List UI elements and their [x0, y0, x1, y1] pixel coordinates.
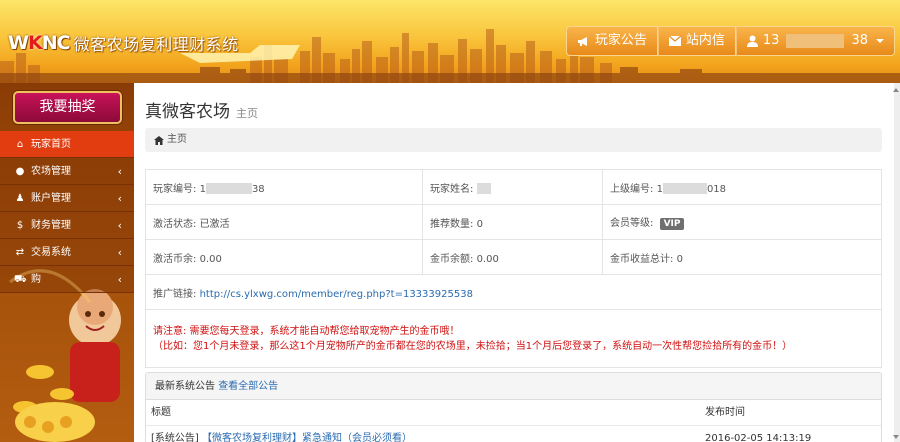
activation-coin-cell: 激活币余: 0.00	[145, 239, 423, 275]
exchange-icon: ⇄	[15, 246, 25, 258]
piggy-bank-icon: ●	[15, 165, 25, 177]
logo-badge: WKNC	[8, 32, 71, 54]
top-nav: 玩家公告 站内信 13 38	[565, 26, 895, 56]
cart-icon: ⛟	[14, 273, 27, 285]
sidebar-menu: ⌂ 玩家首页 ● 农场管理 ‹ ♟ 账户管理 ‹ $ 财务管理 ‹ ⇄ 交易系统…	[0, 131, 134, 293]
sidebar-item-label: 交易系统	[31, 246, 71, 258]
mail-button[interactable]: 站内信	[657, 26, 736, 56]
column-header-time: 发布时间	[705, 407, 745, 418]
announcement-panel: 最新系统公告 查看全部公告 标题 发布时间 [系统公告] 【微客农场复利理财】紧…	[145, 372, 882, 442]
main-content: 真微客农场 主页 主页 玩家编号: 1 38 玩家姓名: 上级编号: 1 018 激活…	[134, 83, 894, 442]
user-icon	[746, 35, 758, 47]
sidebar-item-home[interactable]: ⌂ 玩家首页	[0, 131, 134, 158]
member-level-cell: 会员等级: VIP	[602, 204, 882, 240]
sidebar-item-farm[interactable]: ● 农场管理 ‹	[0, 158, 134, 185]
table-row: 玩家编号: 1 38 玩家姓名: 上级编号: 1 018	[145, 169, 882, 205]
top-header: WKNC 微客农场复利理财系统 玩家公告 站内信 13 38	[0, 0, 900, 83]
mail-label: 站内信	[685, 33, 725, 48]
breadcrumb: 主页	[145, 128, 882, 152]
gold-balance-cell: 金币余额: 0.00	[422, 239, 603, 275]
scroll-up-arrow-icon[interactable]	[893, 88, 899, 92]
table-row[interactable]: [系统公告] 【微客农场复利理财】紧急通知（会员必须看） 2016-02-05 …	[146, 426, 881, 442]
breadcrumb-home-link[interactable]: 主页	[167, 128, 187, 152]
scroll-down-arrow-icon[interactable]	[893, 435, 899, 439]
page-subtitle: 主页	[236, 107, 258, 120]
player-id-cell: 玩家编号: 1 38	[145, 169, 423, 205]
table-row: 激活币余: 0.00 金币余额: 0.00 金币收益总计: 0	[145, 239, 882, 275]
megaphone-icon	[577, 36, 587, 46]
user-menu-button[interactable]: 13 38	[735, 26, 895, 56]
redacted-parent-id	[662, 183, 707, 194]
parent-id-cell: 上级编号: 1 018	[602, 169, 882, 205]
sidebar-item-label: 购	[31, 273, 41, 285]
view-all-announcements-link[interactable]: 查看全部公告	[218, 381, 278, 392]
announcement-category: [系统公告]	[151, 433, 199, 442]
envelope-icon	[668, 36, 681, 46]
lottery-button[interactable]: 我要抽奖	[13, 91, 122, 124]
table-row: 推广链接: http://cs.ylxwg.com/member/reg.php…	[145, 274, 882, 310]
announcement-label: 玩家公告	[594, 33, 647, 48]
panel-heading: 最新系统公告 查看全部公告	[146, 373, 881, 400]
column-header-title: 标题	[151, 407, 171, 418]
dollar-icon: $	[16, 219, 24, 231]
site-logo[interactable]: WKNC 微客农场复利理财系统	[8, 31, 239, 55]
announcement-button[interactable]: 玩家公告	[565, 26, 658, 56]
referral-link-cell: 推广链接: http://cs.ylxwg.com/member/reg.php…	[145, 274, 882, 310]
notice-line-2: （比如：您1个月未登录，那么这1个月宠物所产的金币都在您的农场里，未捡拾；当1个…	[153, 340, 793, 352]
referral-link[interactable]: http://cs.ylxwg.com/member/reg.php?t=133…	[200, 289, 473, 300]
username-suffix: 38	[851, 33, 868, 48]
player-info-table: 玩家编号: 1 38 玩家姓名: 上级编号: 1 018 激活状态: 已激活 推荐数…	[145, 169, 882, 368]
sidebar-item-label: 玩家首页	[31, 138, 71, 150]
sidebar-item-label: 财务管理	[31, 219, 71, 231]
chevron-left-icon: ‹	[117, 192, 122, 205]
page-title-text: 真微客农场	[145, 102, 230, 122]
sidebar: 我要抽奖 ⌂ 玩家首页 ● 农场管理 ‹ ♟ 账户管理 ‹ $ 财务管理 ‹ ⇄…	[0, 83, 134, 442]
home-icon: ⌂	[16, 138, 24, 150]
redacted-player-id	[205, 183, 252, 194]
player-name-cell: 玩家姓名:	[422, 169, 603, 205]
sidebar-item-trading[interactable]: ⇄ 交易系统 ‹	[0, 239, 134, 266]
notice-cell: 请注意: 需要您每天登录，系统才能自动帮您给取宠物产生的金币哦！ （比如：您1个…	[145, 309, 882, 368]
chevron-left-icon: ‹	[117, 246, 122, 259]
announcement-time: 2016-02-05 14:13:19	[705, 433, 812, 442]
chevron-left-icon: ‹	[117, 273, 122, 286]
notice-line-1: 请注意: 需要您每天登录，系统才能自动帮您给取宠物产生的金币哦！	[153, 325, 460, 337]
username-prefix: 13	[762, 33, 780, 48]
sidebar-item-finance[interactable]: $ 财务管理 ‹	[0, 212, 134, 239]
home-icon	[154, 135, 164, 145]
panel-heading-label: 最新系统公告	[155, 381, 215, 392]
vertical-scrollbar[interactable]	[894, 83, 900, 442]
logo-title: 微客农场复利理财系统	[73, 35, 239, 54]
sidebar-item-shop[interactable]: ⛟ 购 ‹	[0, 266, 134, 293]
sidebar-item-label: 账户管理	[31, 192, 71, 204]
caret-down-icon	[876, 39, 884, 43]
user-icon: ♟	[15, 192, 25, 204]
table-row: 激活状态: 已激活 推荐数量: 0 会员等级: VIP	[145, 204, 882, 240]
redacted-username	[786, 34, 845, 48]
vip-badge: VIP	[659, 218, 685, 230]
announcement-table-header: 标题 发布时间	[146, 400, 881, 426]
table-row: 请注意: 需要您每天登录，系统才能自动帮您给取宠物产生的金币哦！ （比如：您1个…	[145, 309, 882, 368]
announcement-title-link[interactable]: 【微客农场复利理财】紧急通知（会员必须看）	[202, 433, 412, 442]
activation-status-cell: 激活状态: 已激活	[145, 204, 423, 240]
referral-count-cell: 推荐数量: 0	[422, 204, 603, 240]
sidebar-item-label: 农场管理	[31, 165, 71, 177]
chevron-left-icon: ‹	[117, 165, 122, 178]
page-title: 真微客农场 主页	[145, 97, 258, 122]
redacted-player-name	[476, 183, 491, 194]
sidebar-item-account[interactable]: ♟ 账户管理 ‹	[0, 185, 134, 212]
chevron-left-icon: ‹	[117, 219, 122, 232]
gold-total-cell: 金币收益总计: 0	[602, 239, 882, 275]
